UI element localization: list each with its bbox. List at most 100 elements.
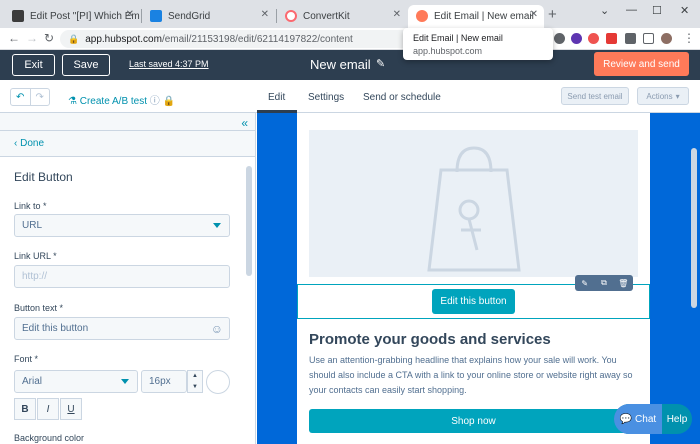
chat-bubble-icon: 💬: [619, 413, 636, 425]
close-icon[interactable]: ✕: [261, 9, 269, 20]
kebab-menu-icon[interactable]: ⋮: [683, 31, 695, 45]
pencil-icon[interactable]: ✎: [575, 275, 594, 291]
tab-title: SendGrid: [168, 11, 211, 22]
last-saved-link[interactable]: Last saved 4:37 PM: [129, 59, 209, 69]
extension-icon[interactable]: [606, 33, 617, 44]
font-size-input[interactable]: 16px: [141, 370, 187, 393]
link-to-label: Link to *: [14, 201, 47, 211]
browser-tab-edit-email[interactable]: Edit Email | New email ✕: [408, 5, 544, 28]
button-text-label: Button text *: [14, 303, 64, 313]
chat-widget[interactable]: 💬 Chat Help: [614, 404, 692, 434]
pencil-icon[interactable]: ✎: [376, 57, 385, 70]
promo-heading[interactable]: Promote your goods and services: [309, 331, 551, 348]
underline-button[interactable]: U: [60, 398, 82, 420]
exit-button[interactable]: Exit: [12, 54, 55, 76]
email-body: Edit this button ✎ ⧉ 🗑 Promote your good…: [297, 113, 650, 444]
done-label: Done: [20, 138, 45, 149]
info-icon: ⓘ: [149, 96, 160, 107]
ab-test-link[interactable]: ⚗ Create A/B test ⓘ 🔒: [68, 92, 175, 107]
promo-body[interactable]: Use an attention-grabbing headline that …: [309, 353, 641, 398]
close-icon[interactable]: ✕: [393, 9, 401, 20]
font-color-picker[interactable]: [206, 370, 230, 394]
tab-edit[interactable]: Edit: [268, 92, 285, 103]
sidebar-icon[interactable]: [643, 33, 654, 44]
link-url-input[interactable]: http://: [14, 265, 230, 288]
tab-title: ConvertKit: [303, 11, 350, 22]
font-family-select[interactable]: Arial: [14, 370, 138, 393]
chat-button[interactable]: 💬 Chat: [614, 404, 662, 434]
puzzle-icon[interactable]: [625, 33, 636, 44]
tab-send-or-schedule[interactable]: Send or schedule: [363, 92, 441, 103]
forward-arrow-icon[interactable]: →: [26, 31, 38, 45]
canvas-scrollbar[interactable]: [691, 148, 697, 308]
sidebar-scrollbar[interactable]: [246, 166, 252, 276]
done-button[interactable]: ‹ Done: [14, 138, 44, 149]
link-to-select[interactable]: URL: [14, 214, 230, 237]
editor-header: Exit Save Last saved 4:37 PM New email ✎…: [0, 50, 700, 80]
extension-icon[interactable]: [588, 33, 599, 44]
tab-tooltip: Edit Email | New email app.hubspot.com: [403, 28, 553, 60]
maximize-icon[interactable]: ☐: [652, 4, 662, 17]
help-button[interactable]: Help: [662, 414, 692, 425]
tab-title: Edit Post "[PI] Which Email Ma: [30, 11, 140, 22]
tooltip-host: app.hubspot.com: [413, 46, 483, 56]
actions-dropdown[interactable]: Actions ▾: [637, 87, 689, 105]
favicon-icon: [150, 10, 162, 22]
close-icon[interactable]: ✕: [530, 9, 538, 20]
chat-label: Chat: [635, 413, 657, 425]
minimize-icon[interactable]: —: [626, 4, 637, 16]
actions-label: Actions: [646, 91, 673, 101]
favicon-icon: [285, 10, 297, 22]
shopping-bag-icon: [427, 146, 521, 272]
caret-down-icon: [121, 379, 129, 384]
window-close-icon[interactable]: ✕: [680, 4, 689, 17]
link-url-label: Link URL *: [14, 251, 57, 261]
url-path: /email/21153198/edit/62114197822/content: [161, 33, 353, 45]
browser-tab-edit-post[interactable]: Edit Post "[PI] Which Email Ma ✕: [4, 5, 140, 28]
email-cta-button[interactable]: Edit this button: [432, 289, 515, 314]
send-test-email-button[interactable]: Send test email: [561, 87, 629, 105]
lock-icon: 🔒: [162, 96, 176, 107]
sidebar-collapse-bar: «: [0, 113, 255, 131]
caret-down-icon: [213, 223, 221, 228]
trash-icon[interactable]: 🗑: [614, 275, 633, 291]
email-canvas: Edit this button ✎ ⧉ 🗑 Promote your good…: [257, 113, 700, 444]
collapse-icon[interactable]: «: [241, 116, 248, 130]
redo-icon[interactable]: ↷: [29, 89, 50, 105]
lock-icon: 🔒: [68, 33, 80, 44]
chevron-down-icon[interactable]: ⌄: [600, 4, 609, 17]
browser-tab-convertkit[interactable]: ConvertKit ✕: [277, 5, 407, 28]
back-arrow-icon[interactable]: ←: [8, 31, 20, 45]
favicon-icon: [416, 10, 428, 22]
reload-icon[interactable]: ↻: [44, 31, 54, 45]
shop-now-button[interactable]: Shop now: [309, 409, 638, 433]
background-color-label: Background color: [14, 433, 85, 443]
emoji-icon[interactable]: ☺: [211, 322, 223, 336]
undo-icon[interactable]: ↶: [11, 89, 30, 105]
undo-redo-group: ↶ ↷: [10, 88, 50, 106]
font-size-stepper[interactable]: ▲ ▼: [187, 370, 203, 393]
chevron-down-icon[interactable]: ▼: [192, 384, 198, 390]
favicon-icon: [12, 10, 24, 22]
email-title: New email: [310, 57, 371, 72]
done-row: ‹ Done: [0, 131, 255, 157]
avatar[interactable]: [661, 33, 672, 44]
italic-button[interactable]: I: [37, 398, 59, 420]
review-and-send-button[interactable]: Review and send: [594, 52, 689, 76]
tab-settings[interactable]: Settings: [308, 92, 344, 103]
browser-tab-sendgrid[interactable]: SendGrid ✕: [142, 5, 275, 28]
new-tab-button[interactable]: +: [548, 6, 557, 23]
save-button[interactable]: Save: [62, 54, 110, 76]
close-icon[interactable]: ✕: [126, 9, 134, 20]
copy-icon[interactable]: ⧉: [594, 275, 613, 291]
tooltip-title: Edit Email | New email: [413, 33, 503, 43]
chevron-up-icon[interactable]: ▲: [192, 373, 198, 379]
sidebar-heading: Edit Button: [14, 170, 73, 184]
image-placeholder[interactable]: [309, 130, 638, 277]
button-text-input[interactable]: Edit this button ☺: [14, 317, 230, 340]
ab-test-label: Create A/B test: [79, 96, 148, 107]
url-host: app.hubspot.com: [85, 33, 162, 45]
extension-icon[interactable]: [571, 33, 582, 44]
extension-icon[interactable]: [554, 33, 565, 44]
bold-button[interactable]: B: [14, 398, 36, 420]
